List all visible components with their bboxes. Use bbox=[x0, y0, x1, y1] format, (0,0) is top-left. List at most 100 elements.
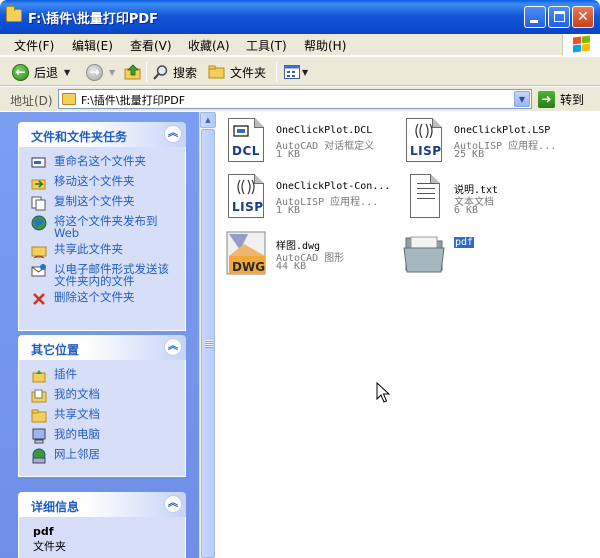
file-item[interactable]: LISP OneClickPlot-Con... AutoLISP 应用程...… bbox=[220, 172, 396, 224]
text-file-icon bbox=[402, 172, 448, 222]
go-label: 转到 bbox=[560, 92, 585, 107]
folders-icon bbox=[208, 65, 225, 79]
folders-button[interactable]: 文件夹 bbox=[208, 61, 266, 83]
network-icon bbox=[32, 448, 46, 464]
other-places-title: 其它位置 bbox=[31, 343, 80, 357]
collapse-icon[interactable]: ︽ bbox=[164, 125, 182, 143]
forward-arrow-icon: → bbox=[86, 63, 103, 81]
forward-button[interactable]: → ▼ bbox=[86, 61, 115, 83]
address-dropdown-icon[interactable]: ▼ bbox=[514, 91, 530, 107]
details-panel: 详细信息 ︽ pdf 文件夹 bbox=[18, 492, 186, 558]
move-icon bbox=[31, 179, 46, 190]
maximize-button[interactable] bbox=[548, 6, 570, 28]
file-item[interactable]: DWG 样图.dwg AutoCAD 图形 44 KB bbox=[220, 228, 396, 280]
task-label: 共享此文件夹 bbox=[54, 242, 123, 256]
task-label: 删除这个文件夹 bbox=[54, 290, 135, 304]
lisp-file-icon: LISP bbox=[402, 116, 448, 166]
folders-label: 文件夹 bbox=[230, 65, 267, 80]
collapse-icon[interactable]: ︽ bbox=[164, 495, 182, 513]
back-arrow-icon: ← bbox=[12, 63, 29, 81]
address-input[interactable]: F:\插件\批量打印PDF ▼ bbox=[58, 89, 532, 109]
folder-icon bbox=[62, 93, 76, 105]
folder-icon bbox=[6, 6, 22, 22]
place-label: 插件 bbox=[54, 367, 77, 381]
views-dropdown-icon: ▼ bbox=[302, 67, 309, 77]
file-size: 44 KB bbox=[276, 261, 307, 272]
up-folder-button[interactable] bbox=[124, 61, 142, 83]
minimize-button[interactable] bbox=[524, 6, 546, 28]
place-network[interactable]: 网上邻居 bbox=[31, 448, 100, 464]
menu-view[interactable]: 查看(V) bbox=[130, 37, 172, 54]
task-email[interactable]: 以电子邮件形式发送该文件夹内的文件 bbox=[31, 263, 172, 287]
email-icon bbox=[31, 264, 46, 277]
place-label: 我的文档 bbox=[54, 387, 100, 401]
file-item[interactable]: LISP OneClickPlot.LSP AutoLISP 应用程... 25… bbox=[398, 116, 574, 168]
dcl-file-icon: DCL bbox=[224, 116, 270, 166]
menu-favorites[interactable]: 收藏(A) bbox=[188, 37, 230, 54]
file-view: DCL OneClickPlot.DCL AutoCAD 对话框定义 1 KB … bbox=[216, 112, 600, 558]
place-label: 我的电脑 bbox=[54, 427, 100, 441]
file-item[interactable]: 说明.txt 文本文档 6 KB bbox=[398, 172, 574, 224]
go-button[interactable]: ➜ 转到 bbox=[538, 90, 584, 108]
folder-item[interactable]: pdf bbox=[398, 228, 574, 280]
delete-icon bbox=[33, 293, 45, 305]
task-label: 移动这个文件夹 bbox=[54, 174, 135, 188]
back-dropdown-icon[interactable]: ▼ bbox=[64, 68, 70, 77]
details-item-type: 文件夹 bbox=[33, 540, 66, 553]
back-button[interactable]: ← 后退 ▼ bbox=[12, 61, 70, 83]
scroll-up-icon[interactable]: ▲ bbox=[200, 112, 216, 128]
place-label: 网上邻居 bbox=[54, 447, 100, 461]
menu-file[interactable]: 文件(F) bbox=[14, 37, 54, 54]
file-name: OneClickPlot.DCL bbox=[276, 125, 373, 136]
forward-dropdown-icon[interactable]: ▼ bbox=[109, 68, 115, 77]
details-header[interactable]: 详细信息 ︽ bbox=[18, 492, 186, 517]
details-item-name: pdf bbox=[33, 525, 54, 538]
vertical-scrollbar[interactable]: ▲ bbox=[199, 112, 216, 558]
share-folder-icon bbox=[31, 246, 47, 259]
toolbar: ← 后退 ▼ → ▼ 搜索 文件夹 ▼ bbox=[0, 57, 600, 86]
rename-icon bbox=[31, 157, 46, 168]
go-arrow-icon: ➜ bbox=[538, 90, 555, 108]
folder-icon bbox=[402, 228, 448, 278]
file-item[interactable]: DCL OneClickPlot.DCL AutoCAD 对话框定义 1 KB bbox=[220, 116, 396, 168]
task-delete[interactable]: 删除这个文件夹 bbox=[31, 291, 135, 307]
file-tasks-title: 文件和文件夹任务 bbox=[31, 130, 128, 144]
mouse-cursor-icon bbox=[376, 382, 390, 403]
search-button[interactable]: 搜索 bbox=[152, 61, 197, 83]
place-shared-documents[interactable]: 共享文档 bbox=[31, 408, 100, 424]
menu-edit[interactable]: 编辑(E) bbox=[72, 37, 113, 54]
scroll-thumb[interactable] bbox=[201, 129, 215, 558]
lisp-file-icon: LISP bbox=[224, 172, 270, 222]
folder-up-icon bbox=[32, 370, 46, 383]
task-share[interactable]: 共享此文件夹 bbox=[31, 243, 123, 259]
file-name: OneClickPlot-Con... bbox=[276, 181, 391, 192]
task-label: 以电子邮件形式发送该文件夹内的文件 bbox=[54, 262, 169, 288]
my-computer-icon bbox=[32, 428, 46, 444]
task-rename[interactable]: 重命名这个文件夹 bbox=[31, 155, 146, 171]
file-size: 6 KB bbox=[454, 205, 479, 216]
title-bar: F:\插件\批量打印PDF ✕ bbox=[0, 0, 600, 34]
place-plugins[interactable]: 插件 bbox=[31, 368, 77, 384]
windows-logo bbox=[562, 34, 600, 56]
task-publish-web[interactable]: 将这个文件夹发布到 Web bbox=[31, 215, 172, 239]
file-tasks-header[interactable]: 文件和文件夹任务 ︽ bbox=[18, 122, 186, 147]
address-value: F:\插件\批量打印PDF bbox=[81, 94, 186, 107]
collapse-icon[interactable]: ︽ bbox=[164, 338, 182, 356]
place-my-computer[interactable]: 我的电脑 bbox=[31, 428, 100, 444]
place-my-documents[interactable]: 我的文档 bbox=[31, 388, 100, 404]
menu-help[interactable]: 帮助(H) bbox=[304, 37, 346, 54]
task-pane: 文件和文件夹任务 ︽ 重命名这个文件夹 移动这个文件夹 复制这个文件夹 将这个文… bbox=[0, 112, 199, 558]
other-places-header[interactable]: 其它位置 ︽ bbox=[18, 335, 186, 360]
details-body: pdf 文件夹 bbox=[18, 517, 186, 558]
file-size: 25 KB bbox=[454, 149, 485, 160]
menu-bar: 文件(F) 编辑(E) 查看(V) 收藏(A) 工具(T) 帮助(H) bbox=[0, 34, 600, 56]
menu-tools[interactable]: 工具(T) bbox=[246, 37, 287, 54]
file-size: 1 KB bbox=[276, 205, 301, 216]
task-copy[interactable]: 复制这个文件夹 bbox=[31, 195, 135, 211]
place-label: 共享文档 bbox=[54, 407, 100, 421]
task-move[interactable]: 移动这个文件夹 bbox=[31, 175, 135, 191]
views-button[interactable]: ▼ bbox=[284, 61, 308, 83]
shared-documents-icon bbox=[31, 409, 47, 423]
close-button[interactable]: ✕ bbox=[572, 6, 594, 28]
file-tasks-panel: 文件和文件夹任务 ︽ 重命名这个文件夹 移动这个文件夹 复制这个文件夹 将这个文… bbox=[18, 122, 186, 331]
